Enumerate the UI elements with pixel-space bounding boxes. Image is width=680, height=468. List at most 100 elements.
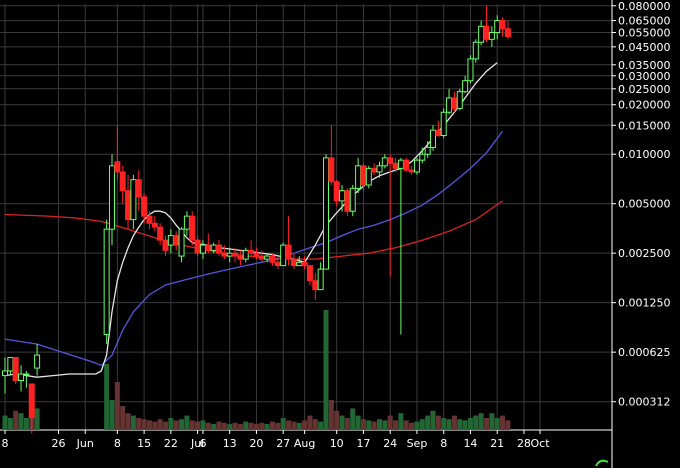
- volume-bar: [489, 413, 495, 430]
- x-tick-label: 27: [276, 437, 290, 450]
- candle-body: [306, 265, 313, 282]
- candle-body: [381, 157, 388, 167]
- volume-bar: [130, 415, 136, 430]
- candle-body: [413, 159, 420, 173]
- volume-bar: [435, 415, 441, 430]
- volume-bar: [334, 410, 340, 430]
- candle-body: [494, 20, 501, 34]
- volume-bar: [451, 415, 457, 430]
- volume-bar: [355, 415, 361, 430]
- volume-bar: [152, 421, 158, 430]
- volume-bar: [243, 421, 249, 430]
- volume-bar: [168, 418, 174, 430]
- volume-bar: [484, 418, 489, 430]
- volume-bar: [505, 420, 511, 430]
- volume-bar: [109, 400, 115, 430]
- x-tick-label: 10: [330, 437, 344, 450]
- candle-body: [504, 28, 511, 38]
- volume-bar: [13, 410, 19, 430]
- y-tick-label: 0.045000: [618, 41, 671, 54]
- candle-body: [419, 153, 426, 161]
- y-tick-label: 0.010000: [618, 148, 671, 161]
- candle-body: [344, 190, 351, 212]
- candle-body: [135, 179, 142, 198]
- volume-bar: [328, 400, 334, 430]
- candle-body: [339, 190, 346, 202]
- candle-body: [274, 261, 281, 267]
- candle-body: [205, 244, 212, 251]
- candle-body: [34, 354, 41, 369]
- volume-bar: [446, 419, 452, 430]
- y-tick-label: 0.080000: [618, 0, 671, 13]
- candle-body: [408, 169, 415, 173]
- candle-body: [451, 97, 458, 109]
- volume-bar: [500, 415, 506, 430]
- volume-bar: [237, 424, 243, 430]
- candle-body: [333, 181, 340, 202]
- y-axis: 0.0800000.0650000.0550000.0450000.035000…: [612, 0, 671, 409]
- candle-body: [355, 165, 362, 189]
- volume-bar: [302, 420, 308, 430]
- x-tick-label: Sep: [407, 437, 428, 450]
- volume-bar: [205, 422, 211, 430]
- candle-body: [467, 58, 474, 82]
- candle-body: [173, 235, 180, 246]
- volume-bar: [136, 418, 142, 430]
- volume-bar: [377, 419, 382, 430]
- candle-body: [178, 228, 185, 257]
- candle-body: [488, 32, 495, 40]
- candle-body: [232, 252, 239, 257]
- volume-bar: [179, 419, 185, 430]
- candle-body: [456, 91, 463, 109]
- y-tick-label: 0.005000: [618, 198, 671, 211]
- x-tick-label: 15: [137, 437, 151, 450]
- x-tick-label: Jun: [76, 437, 94, 450]
- candle-body: [397, 159, 404, 169]
- candle-body: [371, 167, 378, 173]
- volume-bar: [157, 419, 163, 430]
- y-tick-label: 0.001250: [618, 297, 671, 310]
- volume-bar: [366, 420, 372, 430]
- x-tick-label: 17: [356, 437, 370, 450]
- candle-body: [323, 157, 329, 270]
- volume-bar: [425, 415, 431, 430]
- candle-body: [237, 255, 244, 260]
- volume-bar: [350, 408, 356, 430]
- y-tick-label: 0.055000: [618, 27, 671, 40]
- volume-bar: [419, 419, 425, 430]
- candle-body: [125, 190, 132, 221]
- volume-bar: [403, 420, 409, 430]
- candle-body: [462, 80, 469, 93]
- x-tick-label: 6: [199, 437, 206, 450]
- candle-body: [167, 235, 174, 246]
- volume-bar: [339, 415, 345, 430]
- candle-body: [424, 146, 431, 155]
- volume-bar: [18, 413, 24, 430]
- x-tick-label: 26: [52, 437, 66, 450]
- volume-bar: [291, 421, 297, 430]
- candle-body: [183, 215, 190, 230]
- x-tick-label: 14: [463, 437, 477, 450]
- x-tick-label: 28: [517, 437, 531, 450]
- x-tick-label: 20: [249, 437, 263, 450]
- candle-body: [446, 97, 453, 113]
- x-tick-label: 8: [2, 437, 9, 450]
- candle-body: [28, 383, 35, 419]
- volume-bar: [141, 419, 147, 430]
- candle-body: [103, 228, 110, 336]
- volume-bar: [248, 422, 254, 430]
- candle-body: [376, 165, 383, 173]
- candle-body: [478, 25, 485, 43]
- volume-bar: [344, 418, 350, 430]
- volume-bar: [23, 418, 29, 430]
- volume-bar: [2, 415, 8, 430]
- stock-chart: 0.0800000.0650000.0550000.0450000.035000…: [0, 0, 680, 468]
- candle-body: [328, 157, 335, 183]
- volume-bar: [382, 420, 388, 430]
- volume-bar: [457, 419, 463, 430]
- candle-body: [130, 179, 137, 221]
- volume-bar: [200, 420, 206, 430]
- x-tick-label: 21: [490, 437, 504, 450]
- volume-bar: [211, 424, 217, 430]
- candle-body: [23, 373, 30, 376]
